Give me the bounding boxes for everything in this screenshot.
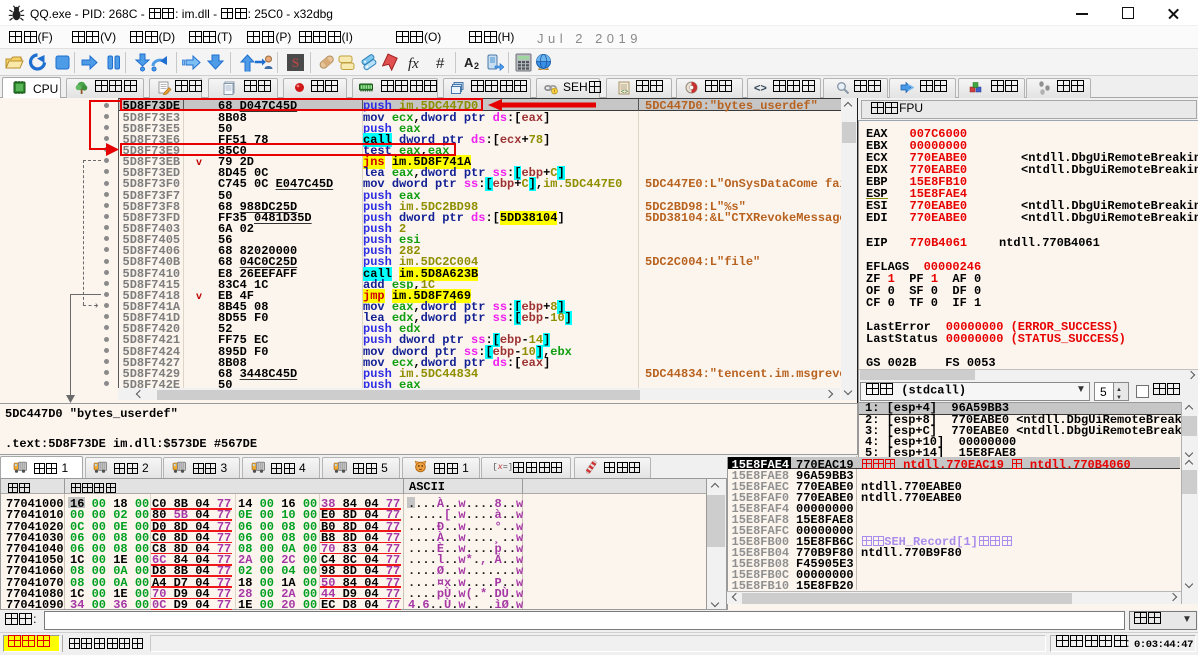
svg-text:<>: <> — [754, 83, 767, 95]
svg-text:<>: <> — [621, 90, 629, 96]
svg-text:2: 2 — [474, 61, 479, 71]
svg-text:#: # — [436, 55, 445, 72]
svg-text:S: S — [292, 55, 299, 70]
svg-text:fx: fx — [408, 56, 419, 72]
svg-text:A: A — [464, 55, 474, 70]
